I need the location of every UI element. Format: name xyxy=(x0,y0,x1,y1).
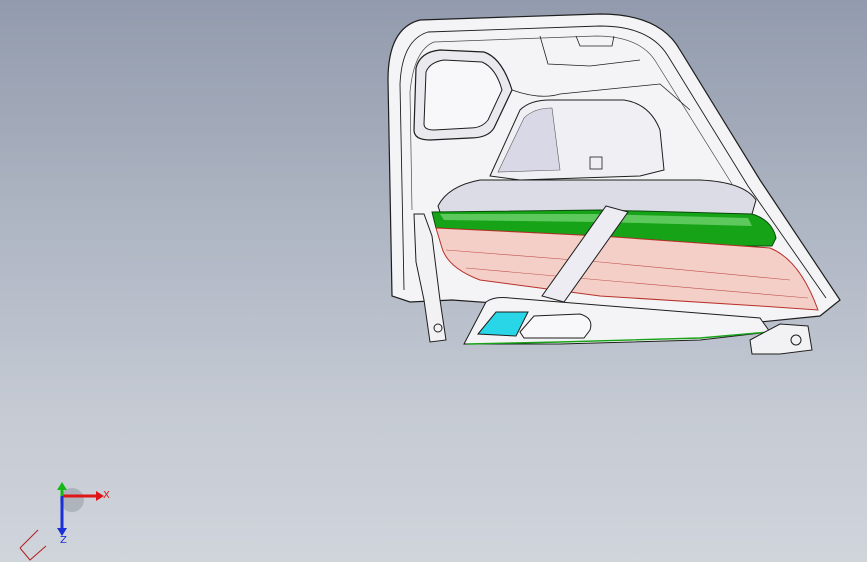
z-axis-label: Z xyxy=(60,535,67,546)
x-axis-label: X xyxy=(103,490,110,501)
triad-view-cube-outline xyxy=(19,529,47,561)
cad-graphics-viewport[interactable]: X Z xyxy=(0,0,867,562)
triad-origin xyxy=(60,488,84,512)
armrest-top-surface xyxy=(437,179,757,215)
coordinate-triad: X Z xyxy=(19,482,110,561)
y-axis-arrowhead xyxy=(57,482,67,490)
